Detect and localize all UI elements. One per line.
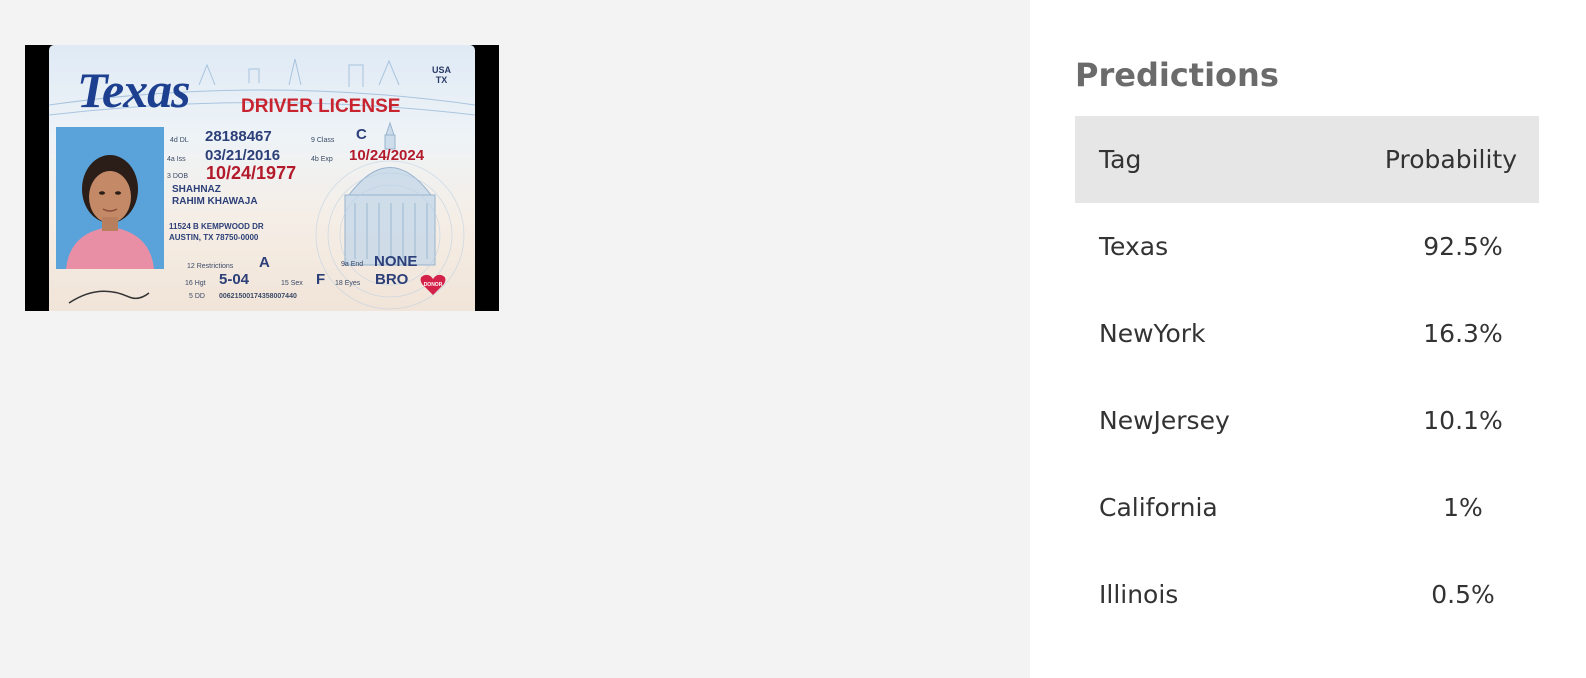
tag-cell: Texas — [1099, 232, 1169, 261]
predictions-title: Predictions — [1075, 56, 1279, 94]
dd-label: 5 DD — [189, 293, 205, 300]
license-type-title: DRIVER LICENSE — [241, 96, 401, 117]
image-preview-pane: Texas DRIVER LICENSE USA TX 4d DL 2818846… — [0, 0, 1030, 678]
sex-label: 15 Sex — [281, 280, 303, 287]
license-country: USA TX — [432, 65, 452, 85]
exp-label: 4b Exp — [311, 156, 333, 163]
dob-label: 3 DOB — [167, 173, 189, 180]
sex-value: F — [316, 271, 326, 288]
iss-date: 03/21/2016 — [205, 147, 281, 164]
table-row: NewJersey 10.1% — [1075, 377, 1539, 464]
class-label: 9 Class — [311, 137, 335, 144]
driver-license-image: Texas DRIVER LICENSE USA TX 4d DL 2818846… — [49, 45, 475, 311]
exp-date: 10/24/2024 — [349, 147, 425, 164]
restrictions-value: A — [259, 254, 270, 271]
table-row: NewYork 16.3% — [1075, 290, 1539, 377]
probability-cell: 16.3% — [1423, 319, 1503, 348]
end-label: 9a End — [341, 261, 364, 268]
column-header-probability: Probability — [1384, 145, 1517, 174]
donor-heart-icon: DONOR — [420, 274, 446, 295]
table-row: California 1% — [1075, 464, 1539, 551]
probability-cell: 0.5% — [1431, 580, 1495, 609]
dd-value: 00621500174358007440 — [219, 293, 297, 300]
end-value: NONE — [374, 253, 418, 270]
column-header-tag: Tag — [1099, 145, 1142, 174]
address-line-2: AUSTIN, TX 78750-0000 — [169, 233, 259, 242]
dob-value: 10/24/1977 — [206, 163, 297, 183]
last-name: RAHIM KHAWAJA — [172, 196, 258, 207]
license-state-title: Texas — [77, 62, 191, 118]
hgt-label: 16 Hgt — [185, 280, 206, 287]
probability-cell: 92.5% — [1423, 232, 1503, 261]
predictions-table: Tag Probability Texas 92.5% NewYork 16.3… — [1075, 116, 1539, 638]
eyes-value: BRO — [375, 271, 409, 288]
table-row: Illinois 0.5% — [1075, 551, 1539, 638]
class-value: C — [356, 126, 367, 143]
iss-label: 4a Iss — [167, 156, 186, 163]
svg-text:DONOR: DONOR — [424, 282, 443, 288]
first-name: SHAHNAZ — [172, 184, 221, 195]
dl-label: 4d DL — [170, 137, 189, 144]
tag-cell: Illinois — [1099, 580, 1179, 609]
signature-graphic — [68, 290, 150, 304]
hgt-value: 5-04 — [219, 271, 250, 288]
table-header: Tag Probability — [1075, 116, 1539, 203]
address-line-1: 11524 B KEMPWOOD DR — [169, 222, 264, 231]
table-row: Texas 92.5% — [1075, 203, 1539, 290]
tag-cell: NewYork — [1099, 319, 1206, 348]
uploaded-image-frame: Texas DRIVER LICENSE USA TX 4d DL 2818846… — [25, 45, 499, 311]
tag-cell: California — [1099, 493, 1218, 522]
tag-cell: NewJersey — [1099, 406, 1230, 435]
eyes-label: 18 Eyes — [335, 280, 361, 287]
restrictions-label: 12 Restrictions — [187, 263, 234, 270]
probability-cell: 1% — [1443, 493, 1483, 522]
portrait-photo — [56, 127, 164, 269]
dl-number: 28188467 — [205, 128, 272, 145]
probability-cell: 10.1% — [1423, 406, 1503, 435]
